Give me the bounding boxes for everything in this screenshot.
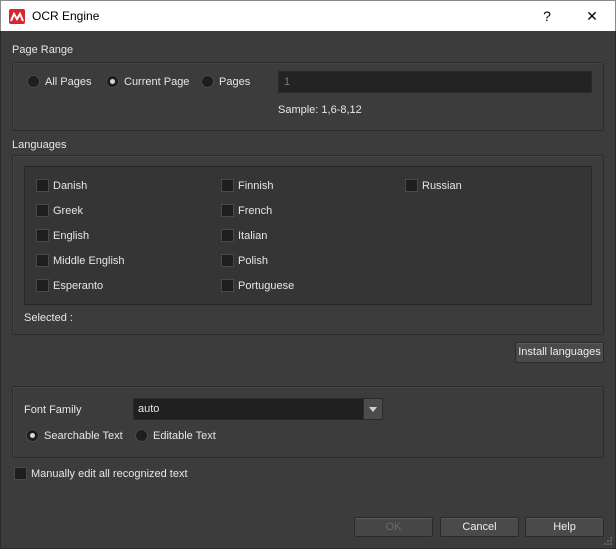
- checkbox-finnish[interactable]: [221, 179, 234, 192]
- language-label[interactable]: Russian: [422, 180, 462, 192]
- language-label[interactable]: Portuguese: [238, 280, 294, 292]
- language-label[interactable]: Danish: [53, 180, 87, 192]
- checkbox-manual-edit-label[interactable]: Manually edit all recognized text: [31, 468, 188, 480]
- language-label[interactable]: Polish: [238, 255, 268, 267]
- chevron-down-icon[interactable]: [363, 399, 382, 419]
- app-logo-icon: [9, 9, 25, 24]
- selected-languages-label: Selected :: [24, 312, 73, 324]
- radio-editable-text[interactable]: [135, 429, 148, 442]
- radio-editable-text-label[interactable]: Editable Text: [153, 430, 216, 442]
- cancel-button[interactable]: Cancel: [440, 517, 519, 537]
- page-range-heading: Page Range: [12, 44, 74, 56]
- pages-sample-hint: Sample: 1,6-8,12: [278, 104, 362, 116]
- checkbox-russian[interactable]: [405, 179, 418, 192]
- checkbox-middle-english[interactable]: [36, 254, 49, 267]
- dialog-body: Page Range All Pages Current Page Pages …: [0, 31, 616, 549]
- radio-current-page[interactable]: [106, 75, 119, 88]
- title-bar: OCR Engine ? ✕: [0, 0, 616, 31]
- checkbox-esperanto[interactable]: [36, 279, 49, 292]
- language-label[interactable]: Italian: [238, 230, 267, 242]
- font-family-value: auto: [138, 403, 160, 415]
- languages-list: Danish Greek English Middle English Espe…: [24, 166, 592, 305]
- pages-input[interactable]: 1: [278, 71, 592, 93]
- radio-current-page-label[interactable]: Current Page: [124, 76, 189, 88]
- language-label[interactable]: Greek: [53, 205, 83, 217]
- checkbox-french[interactable]: [221, 204, 234, 217]
- checkbox-italian[interactable]: [221, 229, 234, 242]
- window-title: OCR Engine: [32, 9, 100, 23]
- checkbox-portuguese[interactable]: [221, 279, 234, 292]
- checkbox-danish[interactable]: [36, 179, 49, 192]
- radio-searchable-text-label[interactable]: Searchable Text: [44, 430, 123, 442]
- radio-pages[interactable]: [201, 75, 214, 88]
- language-label[interactable]: Finnish: [238, 180, 273, 192]
- resize-grip-icon[interactable]: [603, 536, 613, 546]
- radio-searchable-text[interactable]: [26, 429, 39, 442]
- help-button[interactable]: Help: [525, 517, 604, 537]
- checkbox-greek[interactable]: [36, 204, 49, 217]
- language-label[interactable]: English: [53, 230, 89, 242]
- install-languages-button[interactable]: Install languages: [515, 342, 604, 363]
- help-icon[interactable]: ?: [524, 1, 570, 31]
- radio-pages-label[interactable]: Pages: [219, 76, 250, 88]
- close-icon[interactable]: ✕: [569, 1, 615, 31]
- language-label[interactable]: Esperanto: [53, 280, 103, 292]
- languages-heading: Languages: [12, 139, 67, 151]
- language-label[interactable]: French: [238, 205, 272, 217]
- language-label[interactable]: Middle English: [53, 255, 125, 267]
- checkbox-manual-edit[interactable]: [14, 467, 27, 480]
- radio-all-pages-label[interactable]: All Pages: [45, 76, 91, 88]
- checkbox-polish[interactable]: [221, 254, 234, 267]
- ok-button[interactable]: OK: [354, 517, 433, 537]
- font-family-label: Font Family: [24, 404, 82, 416]
- output-options-group: [12, 386, 604, 458]
- font-family-select[interactable]: auto: [133, 398, 383, 420]
- radio-all-pages[interactable]: [27, 75, 40, 88]
- checkbox-english[interactable]: [36, 229, 49, 242]
